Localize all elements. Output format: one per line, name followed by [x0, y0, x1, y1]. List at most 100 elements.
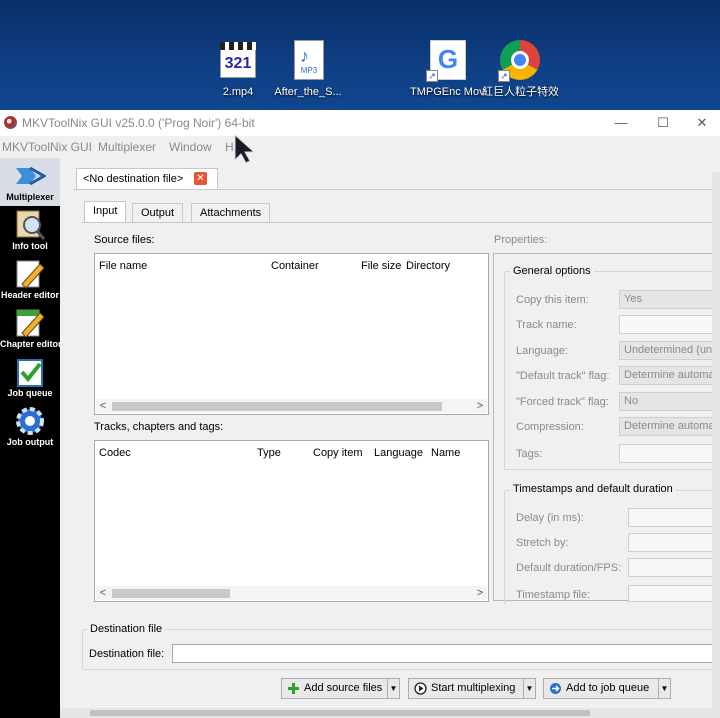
column-container[interactable]: Container: [271, 260, 319, 272]
add-to-job-queue-button[interactable]: Add to job queue ▼: [543, 678, 671, 699]
play-circle-icon: [414, 682, 427, 695]
multiplexer-icon: [14, 160, 48, 192]
language-select[interactable]: Undetermined (und): [619, 341, 720, 360]
desktop-icon-label: 紅巨人粒子特效套装: [482, 86, 558, 98]
sidebar-item-info-tool[interactable]: Info tool: [0, 207, 60, 255]
scroll-thumb[interactable]: [90, 710, 590, 716]
start-multiplexing-dropdown[interactable]: ▼: [523, 679, 535, 698]
mp3-file-icon: ♪ MP3: [286, 38, 330, 82]
tool-sidebar: Multiplexer Info tool Header editor Chap…: [0, 158, 60, 718]
scroll-thumb[interactable]: [112, 402, 442, 411]
sidebar-item-label: Info tool: [12, 241, 48, 251]
menu-bar: MKVToolNix GUI Multiplexer Window H: [0, 136, 720, 158]
minimize-button[interactable]: —: [598, 110, 644, 136]
horizontal-scrollbar[interactable]: [60, 708, 720, 718]
shortcut-arrow-icon: ↗: [426, 70, 438, 82]
start-multiplexing-button[interactable]: Start multiplexing ▼: [408, 678, 536, 699]
vertical-scrollbar[interactable]: [712, 172, 720, 708]
desktop-icon-chrome[interactable]: ↗ 紅巨人粒子特效套装: [482, 38, 558, 99]
sidebar-item-job-output[interactable]: Job output: [0, 403, 60, 451]
sidebar-item-label: Job output: [6, 437, 54, 447]
tab-attachments[interactable]: Attachments: [191, 203, 271, 223]
column-directory[interactable]: Directory: [406, 260, 450, 272]
desktop-icon-2mp4[interactable]: 321 2.mp4: [200, 38, 276, 99]
pencil-icon: [14, 258, 46, 290]
chapter-pencil-icon: [14, 307, 46, 339]
tags-input[interactable]: [619, 444, 720, 463]
destination-file-input[interactable]: [172, 644, 720, 663]
column-type[interactable]: Type: [257, 447, 281, 459]
track-name-label: Track name:: [516, 319, 577, 331]
menu-window[interactable]: Window: [169, 140, 212, 154]
desktop-icon-after-the[interactable]: ♪ MP3 After_the_S...: [270, 38, 346, 99]
forced-track-flag-select[interactable]: No: [619, 392, 720, 411]
gear-icon: [14, 405, 46, 437]
copy-item-select[interactable]: Yes: [619, 290, 720, 309]
sidebar-item-label: Header editor: [0, 290, 60, 300]
default-track-flag-select[interactable]: Determine automatically: [619, 366, 720, 385]
file-tab-no-destination[interactable]: <No destination file> ✕: [76, 168, 218, 190]
column-codec[interactable]: Codec: [99, 447, 131, 459]
add-to-job-queue-label: Add to job queue: [566, 682, 650, 694]
add-source-files-button[interactable]: Add source files ▼: [281, 678, 400, 699]
column-file-size[interactable]: File size: [361, 260, 401, 272]
title-bar[interactable]: MKVToolNix GUI v25.0.0 ('Prog Noir') 64-…: [0, 110, 720, 136]
column-copy-item[interactable]: Copy item: [313, 447, 363, 459]
magnifier-icon: [14, 209, 46, 241]
add-source-files-label: Add source files: [304, 682, 383, 694]
column-language[interactable]: Language: [374, 447, 423, 459]
desktop-icon-label: After_the_S...: [274, 86, 342, 98]
default-duration-input[interactable]: [628, 558, 720, 577]
default-duration-label: Default duration/FPS:: [516, 562, 622, 574]
column-name[interactable]: Name: [431, 447, 460, 459]
google-g-icon: G ↗: [426, 38, 470, 82]
window-title: MKVToolNix GUI v25.0.0 ('Prog Noir') 64-…: [22, 116, 255, 130]
menu-mkvtoolnix-gui[interactable]: MKVToolNix GUI: [2, 140, 92, 154]
desktop-icon-label: TMPGEnc Movie Plu...: [410, 86, 486, 98]
add-to-job-queue-dropdown[interactable]: ▼: [658, 679, 670, 698]
shortcut-arrow-icon: ↗: [498, 70, 510, 82]
add-source-files-dropdown[interactable]: ▼: [387, 679, 399, 698]
scroll-thumb[interactable]: [112, 589, 230, 598]
tab-output[interactable]: Output: [132, 203, 184, 223]
sidebar-item-label: Job queue: [7, 388, 53, 398]
tracks-list[interactable]: Codec Type Copy item Language Name < >: [94, 440, 489, 602]
scroll-left-icon[interactable]: <: [96, 586, 110, 600]
menu-help[interactable]: H: [225, 140, 234, 154]
sidebar-item-header-editor[interactable]: Header editor: [0, 256, 60, 304]
timestamps-title: Timestamps and default duration: [510, 483, 676, 495]
delay-input[interactable]: [628, 508, 720, 527]
add-source-files-main[interactable]: Add source files: [282, 679, 386, 698]
track-name-input[interactable]: [619, 315, 720, 334]
stretch-input[interactable]: [628, 533, 720, 552]
sidebar-item-multiplexer[interactable]: Multiplexer: [0, 158, 60, 206]
start-multiplexing-label: Start multiplexing: [431, 682, 516, 694]
maximize-button[interactable]: ☐: [640, 110, 686, 136]
timestamp-file-input[interactable]: [628, 585, 720, 602]
add-to-job-queue-main[interactable]: Add to job queue: [544, 679, 653, 698]
start-multiplexing-main[interactable]: Start multiplexing: [409, 679, 519, 698]
tab-input[interactable]: Input: [84, 201, 127, 223]
scroll-left-icon[interactable]: <: [96, 399, 110, 413]
destination-group-title: Destination file: [87, 623, 166, 635]
delay-label: Delay (in ms):: [516, 512, 584, 524]
sidebar-item-job-queue[interactable]: Job queue: [0, 354, 60, 402]
scroll-right-icon[interactable]: >: [473, 399, 487, 413]
source-files-label: Source files:: [94, 234, 155, 246]
menu-multiplexer[interactable]: Multiplexer: [98, 140, 156, 154]
tags-label: Tags:: [516, 448, 543, 460]
scroll-right-icon[interactable]: >: [473, 586, 487, 600]
properties-label: Properties:: [494, 234, 548, 246]
tracks-horizontal-scrollbar[interactable]: < >: [96, 586, 487, 600]
close-button[interactable]: ✕: [684, 110, 720, 136]
source-files-list[interactable]: File name Container File size Directory …: [94, 253, 489, 415]
compression-select[interactable]: Determine automatically: [619, 417, 720, 436]
source-horizontal-scrollbar[interactable]: < >: [96, 399, 487, 413]
tracks-label: Tracks, chapters and tags:: [94, 421, 224, 433]
desktop-icon-tmpgenc[interactable]: G ↗ TMPGEnc Movie Plu...: [410, 38, 486, 99]
column-file-name[interactable]: File name: [99, 260, 147, 272]
general-options-title: General options: [510, 265, 594, 277]
plus-icon: [288, 683, 299, 694]
close-tab-icon[interactable]: ✕: [194, 172, 207, 185]
sidebar-item-chapter-editor[interactable]: Chapter editor: [0, 305, 60, 353]
